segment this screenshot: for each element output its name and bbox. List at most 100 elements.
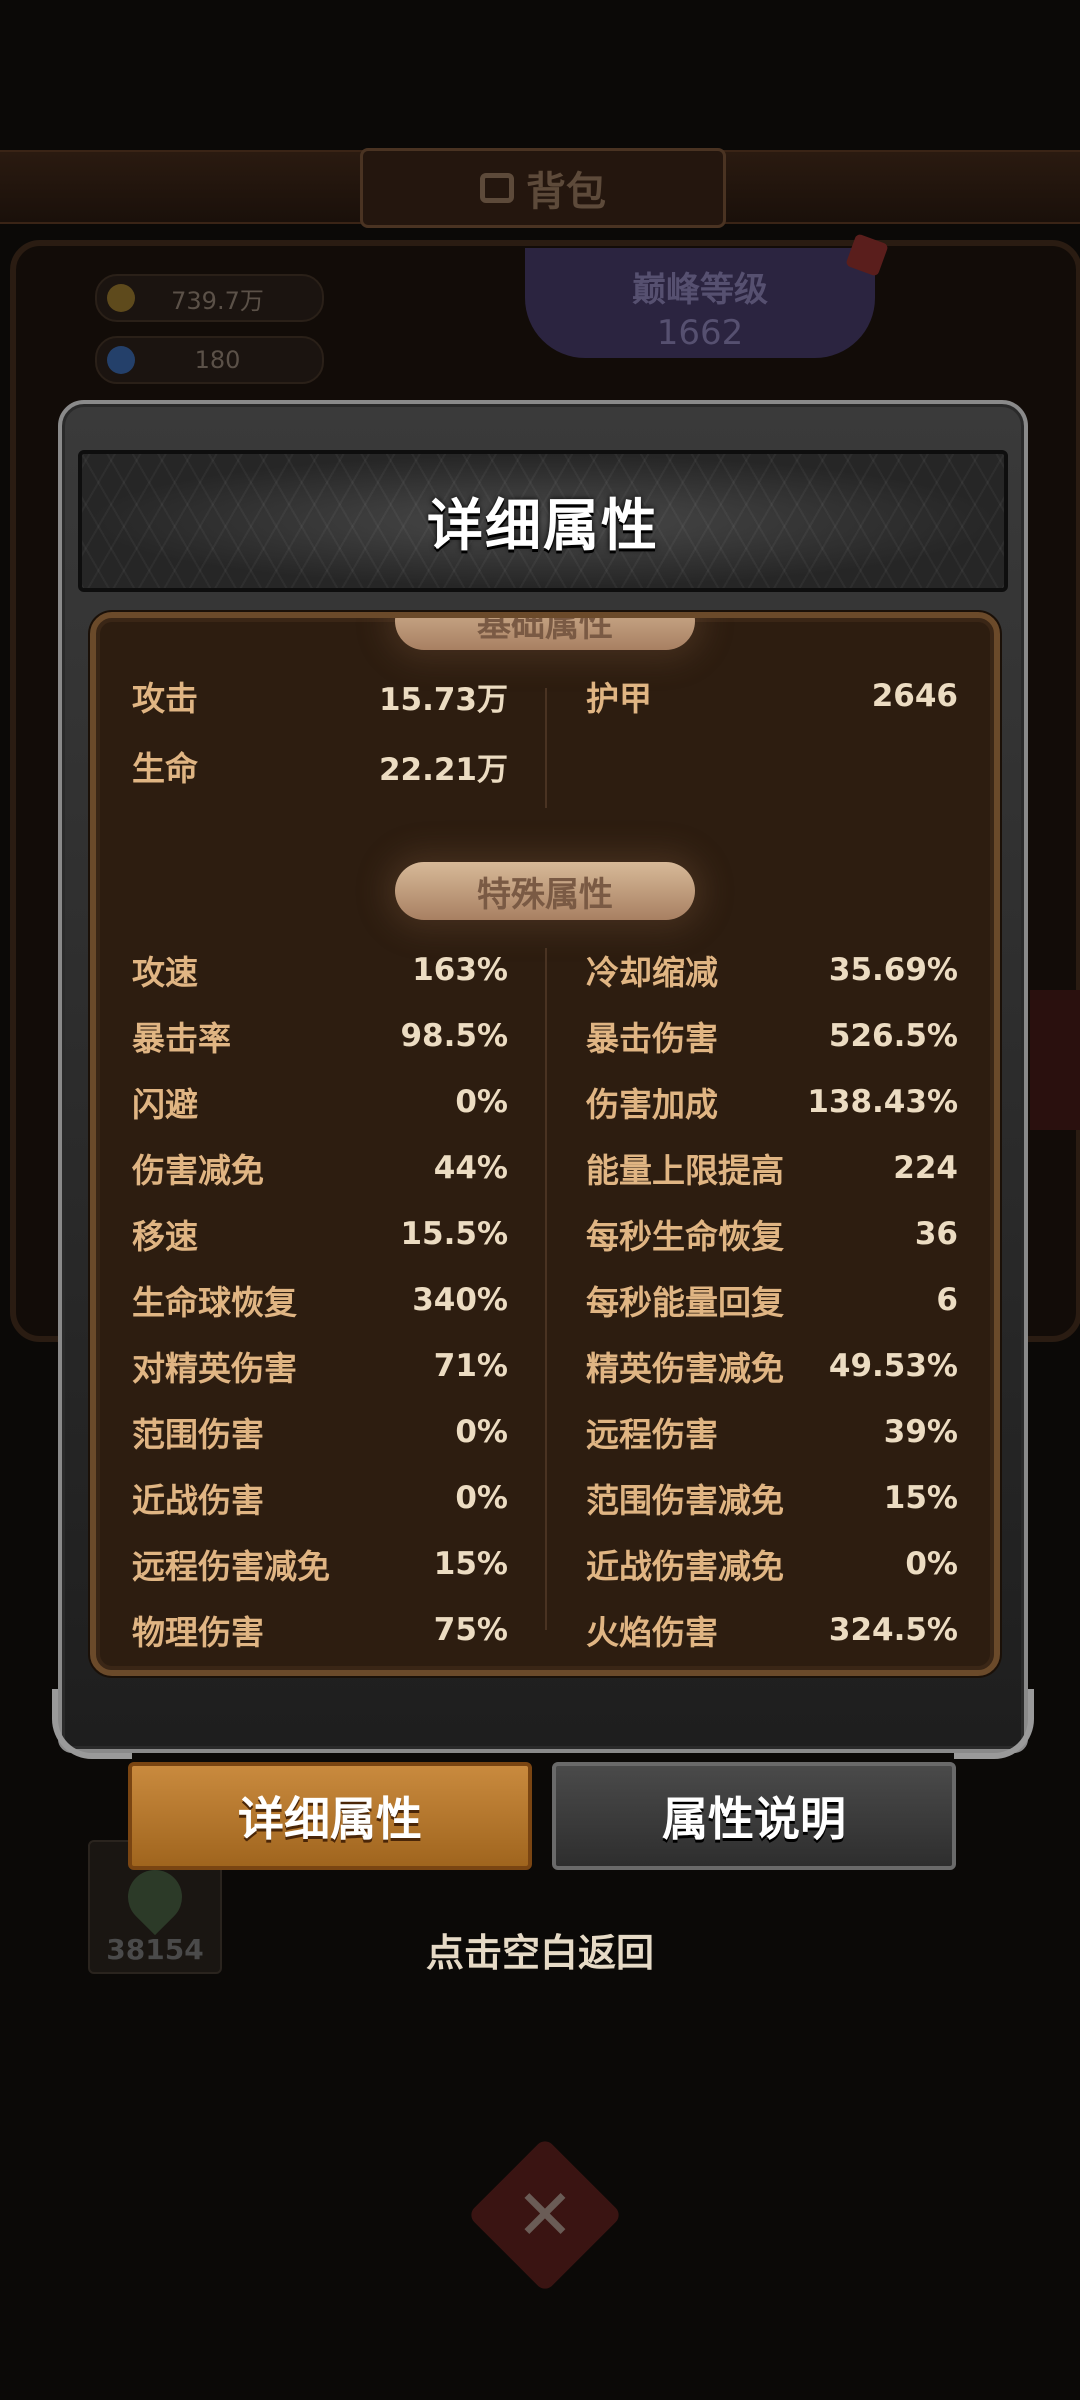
attr-value: 39% bbox=[883, 1414, 958, 1450]
attr-row: 近战伤害减免 0% bbox=[586, 1536, 958, 1592]
attr-row: 攻速 163% bbox=[132, 942, 508, 998]
background-peak-level-title: 巅峰等级 bbox=[632, 270, 768, 310]
attr-value: 163% bbox=[412, 952, 508, 988]
modal-header: 详细属性 bbox=[78, 450, 1008, 592]
attr-name: 闪避 bbox=[132, 1085, 198, 1124]
attr-value: 0% bbox=[905, 1546, 958, 1582]
attr-value: 2646 bbox=[871, 678, 958, 714]
background-peak-level-value: 1662 bbox=[656, 313, 744, 353]
attr-name: 火焰伤害 bbox=[586, 1613, 718, 1652]
background-gems: 180 bbox=[95, 336, 324, 384]
base-divider bbox=[545, 688, 547, 808]
attr-name: 移速 bbox=[132, 1217, 198, 1256]
tap-blank-to-return-hint: 点击空白返回 bbox=[425, 1931, 654, 1975]
attr-name: 远程伤害减免 bbox=[132, 1547, 330, 1586]
attr-name: 暴击率 bbox=[132, 1019, 231, 1058]
attr-name: 精英伤害减免 bbox=[586, 1349, 784, 1388]
attr-name: 近战伤害减免 bbox=[586, 1547, 784, 1586]
background-side-tab bbox=[1030, 990, 1080, 1130]
attr-value: 44% bbox=[433, 1150, 508, 1186]
attr-row: 近战伤害 0% bbox=[132, 1470, 508, 1526]
base-attributes-header: 基础属性 bbox=[395, 618, 695, 650]
attr-name: 伤害减免 bbox=[132, 1151, 264, 1190]
attribute-explanation-button[interactable]: 属性说明 bbox=[552, 1762, 956, 1870]
attr-value: 75% bbox=[433, 1612, 508, 1648]
attr-name: 每秒能量回复 bbox=[586, 1283, 784, 1322]
attr-name: 近战伤害 bbox=[132, 1481, 264, 1520]
attr-name: 攻击 bbox=[132, 679, 198, 718]
attr-row: 能量上限提高 224 bbox=[586, 1140, 958, 1196]
attr-row: 伤害加成 138.43% bbox=[586, 1074, 958, 1130]
attr-row: 对精英伤害 71% bbox=[132, 1338, 508, 1394]
attr-row: 远程伤害 39% bbox=[586, 1404, 958, 1460]
attr-value: 36 bbox=[914, 1216, 958, 1252]
attr-value: 49.53% bbox=[828, 1348, 958, 1384]
attr-row: 远程伤害减免 15% bbox=[132, 1536, 508, 1592]
attr-name: 能量上限提高 bbox=[586, 1151, 784, 1190]
attr-value: 15.5% bbox=[400, 1216, 508, 1252]
bag-icon bbox=[480, 173, 514, 203]
attr-row: 每秒能量回复 6 bbox=[586, 1272, 958, 1328]
attr-row: 暴击伤害 526.5% bbox=[586, 1008, 958, 1064]
attr-row: 冷却缩减 35.69% bbox=[586, 942, 958, 998]
attr-name: 对精英伤害 bbox=[132, 1349, 297, 1388]
attr-value: 15% bbox=[433, 1546, 508, 1582]
attributes-panel: 基础属性 攻击 15.73万 生命 22.21万 护甲 2646 特殊属性 攻速… bbox=[90, 612, 1000, 1676]
attr-name: 护甲 bbox=[586, 679, 652, 718]
corner-ornament-icon bbox=[954, 1689, 1034, 1759]
attr-row: 物理伤害 75% bbox=[132, 1602, 508, 1658]
attr-value: 0% bbox=[455, 1480, 508, 1516]
attr-row: 范围伤害减免 15% bbox=[586, 1470, 958, 1526]
attr-value: 15.73万 bbox=[378, 681, 508, 718]
attr-row: 攻击 15.73万 bbox=[132, 668, 508, 724]
attr-value: 71% bbox=[433, 1348, 508, 1384]
attr-value: 22.21万 bbox=[378, 751, 508, 788]
background-peak-level: 巅峰等级 1662 bbox=[525, 248, 875, 358]
background-gold: 739.7万 bbox=[95, 274, 324, 322]
close-icon bbox=[467, 2137, 623, 2293]
detail-attributes-modal: 详细属性 基础属性 攻击 15.73万 生命 22.21万 护甲 2646 特殊… bbox=[52, 400, 1034, 1759]
attr-row: 每秒生命恢复 36 bbox=[586, 1206, 958, 1262]
attr-name: 范围伤害减免 bbox=[586, 1481, 784, 1520]
attr-value: 138.43% bbox=[807, 1084, 958, 1120]
attr-value: 526.5% bbox=[828, 1018, 958, 1054]
corner-ornament-icon bbox=[52, 1689, 132, 1759]
attr-name: 每秒生命恢复 bbox=[586, 1217, 784, 1256]
detail-attributes-button[interactable]: 详细属性 bbox=[128, 1762, 532, 1870]
attr-value: 224 bbox=[893, 1150, 958, 1186]
background-bag-tab-label: 背包 bbox=[526, 169, 606, 215]
attr-row: 移速 15.5% bbox=[132, 1206, 508, 1262]
attr-value: 0% bbox=[455, 1414, 508, 1450]
attr-row: 火焰伤害 324.5% bbox=[586, 1602, 958, 1658]
attr-row: 护甲 2646 bbox=[586, 668, 958, 724]
attr-name: 攻速 bbox=[132, 953, 198, 992]
attr-value: 35.69% bbox=[828, 952, 958, 988]
attr-row: 闪避 0% bbox=[132, 1074, 508, 1130]
attr-name: 伤害加成 bbox=[586, 1085, 718, 1124]
gold-coin-icon bbox=[107, 284, 135, 312]
background-gems-value: 180 bbox=[194, 346, 241, 374]
attr-name: 远程伤害 bbox=[586, 1415, 718, 1454]
attr-name: 冷却缩减 bbox=[586, 953, 718, 992]
attr-name: 生命球恢复 bbox=[132, 1283, 297, 1322]
attr-row: 范围伤害 0% bbox=[132, 1404, 508, 1460]
attr-row: 生命球恢复 340% bbox=[132, 1272, 508, 1328]
attr-value: 0% bbox=[455, 1084, 508, 1120]
attr-value: 98.5% bbox=[400, 1018, 508, 1054]
gem-icon bbox=[107, 346, 135, 374]
attr-row: 伤害减免 44% bbox=[132, 1140, 508, 1196]
attr-row: 生命 22.21万 bbox=[132, 738, 508, 794]
attr-value: 324.5% bbox=[828, 1612, 958, 1648]
modal-title: 详细属性 bbox=[427, 493, 659, 559]
attr-value: 6 bbox=[936, 1282, 958, 1318]
background-gold-value: 739.7万 bbox=[171, 286, 264, 315]
special-attributes-header: 特殊属性 bbox=[395, 862, 695, 920]
attr-row: 暴击率 98.5% bbox=[132, 1008, 508, 1064]
attr-row: 精英伤害减免 49.53% bbox=[586, 1338, 958, 1394]
background-bag-tab: 背包 bbox=[360, 148, 726, 228]
attr-value: 340% bbox=[412, 1282, 508, 1318]
attr-name: 暴击伤害 bbox=[586, 1019, 718, 1058]
attr-value: 15% bbox=[883, 1480, 958, 1516]
attr-name: 物理伤害 bbox=[132, 1613, 264, 1652]
attr-name: 生命 bbox=[132, 749, 198, 788]
